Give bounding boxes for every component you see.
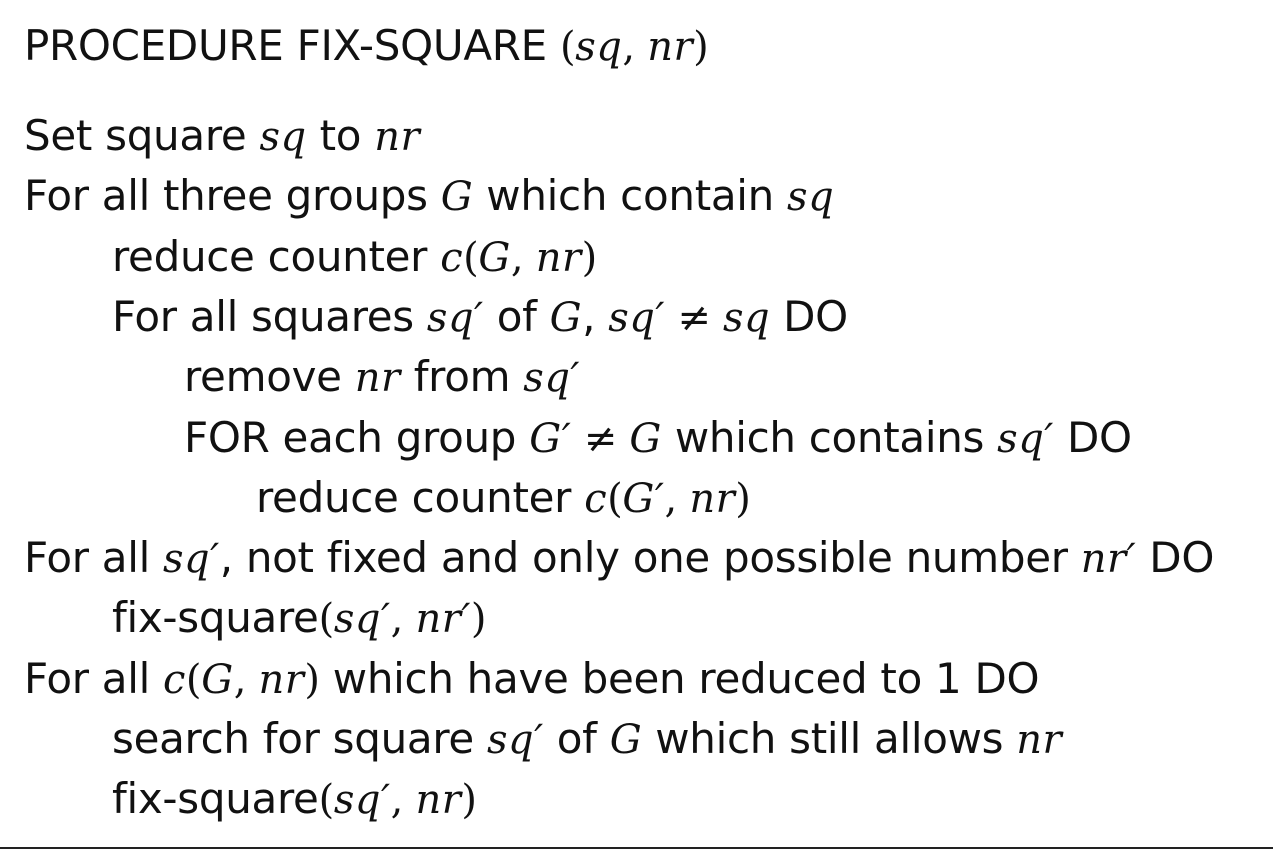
pseudocode-line: reduce counter c(G′, nr)	[256, 476, 751, 522]
line-text: For all three groups	[24, 171, 441, 220]
math-symbol: c	[440, 235, 464, 281]
math-symbol: G	[201, 657, 234, 703]
math-symbol: )	[735, 476, 751, 522]
line-text: to	[306, 111, 375, 160]
math-symbol: nr	[1016, 717, 1063, 763]
pseudocode-line: For all three groups G which contain sq	[24, 174, 835, 220]
math-symbol: sq′	[523, 355, 581, 401]
pseudocode-line: For all squares sq′ of G, sq′ ≠ sq DO	[112, 295, 848, 341]
line-text: reduce counter	[256, 473, 585, 522]
math-symbol: (	[318, 596, 335, 642]
pseudocode-line: FOR each group G′ ≠ G which contains sq′…	[184, 416, 1132, 462]
math-symbol: sq	[787, 174, 835, 220]
line-text: from	[400, 352, 524, 401]
pseudocode-line: For all sq′, not fixed and only one poss…	[24, 536, 1214, 582]
line-text: which have been reduced to 1 DO	[319, 654, 1040, 703]
math-symbol: G	[549, 295, 583, 341]
line-text: For all squares	[112, 292, 427, 341]
math-symbol: nr′	[415, 596, 471, 642]
math-symbol: nr	[689, 476, 736, 522]
line-text: of	[483, 292, 550, 341]
math-symbol: )	[461, 777, 477, 823]
line-text: DO	[1136, 533, 1215, 582]
line-text: remove	[184, 352, 355, 401]
line-text: For all	[24, 533, 164, 582]
math-symbol: sq′	[163, 536, 220, 582]
line-text: which still allows	[642, 714, 1017, 763]
line-text: For all	[24, 654, 164, 703]
line-text: ,	[582, 292, 609, 341]
math-symbol: (	[318, 777, 335, 823]
line-text: fix-square	[112, 774, 319, 823]
math-symbol: ,	[390, 777, 416, 823]
math-symbol: (	[463, 235, 479, 281]
math-symbol: G	[478, 235, 511, 281]
pseudocode-line: fix-square(sq′, nr′)	[112, 596, 487, 642]
line-text: DO	[770, 292, 848, 341]
math-symbol: ≠	[664, 295, 723, 341]
math-symbol: c	[163, 657, 186, 703]
math-symbol: nr	[258, 657, 305, 703]
math-symbol: sq′	[997, 416, 1054, 462]
math-symbol: ≠	[571, 416, 630, 462]
math-symbol: ,	[510, 235, 536, 281]
math-symbol: sq′	[333, 596, 391, 642]
math-symbol: (	[607, 476, 623, 522]
math-symbol: nr	[415, 777, 462, 823]
line-text: FOR each group	[184, 413, 530, 462]
line-text: DO	[1053, 413, 1132, 462]
math-symbol: sq	[259, 114, 307, 160]
math-symbol: G′	[622, 476, 665, 522]
line-text: of	[543, 714, 610, 763]
math-symbol: )	[470, 596, 487, 642]
title-paren-close: )	[693, 24, 709, 70]
pseudocode-line: reduce counter c(G, nr)	[112, 235, 598, 281]
math-symbol: ,	[233, 657, 259, 703]
math-symbol: nr	[374, 114, 421, 160]
title-arg-nr: nr	[647, 24, 694, 70]
pseudocode-line: Set square sq to nr	[24, 114, 421, 160]
math-symbol: G	[440, 174, 474, 220]
math-symbol: sq′	[333, 777, 391, 823]
bottom-rule	[0, 847, 1273, 849]
math-symbol: sq′	[487, 717, 544, 763]
math-symbol: ,	[664, 476, 690, 522]
pseudocode-line: search for square sq′ of G which still a…	[112, 717, 1063, 763]
slide: PROCEDURE FIX-SQUARE (sq, nr) Set square…	[0, 0, 1273, 851]
title-keyword: PROCEDURE FIX-SQUARE	[24, 21, 547, 70]
math-symbol: sq′	[608, 295, 665, 341]
line-text: reduce counter	[112, 232, 441, 281]
line-text: , not fixed and only one possible number	[219, 533, 1081, 582]
line-text: fix-square	[112, 593, 319, 642]
math-symbol: c	[584, 476, 608, 522]
pseudocode-line: remove nr from sq′	[184, 355, 581, 401]
math-symbol: G	[609, 717, 643, 763]
math-symbol: )	[304, 657, 320, 703]
pseudocode-line: For all c(G, nr) which have been reduced…	[24, 657, 1040, 703]
math-symbol: nr′	[1080, 536, 1137, 582]
line-text: search for square	[112, 714, 487, 763]
line-text: which contain	[473, 171, 788, 220]
math-symbol: )	[581, 235, 598, 281]
pseudocode-line: fix-square(sq′, nr)	[112, 777, 477, 823]
math-symbol: sq	[722, 295, 771, 341]
math-symbol: sq′	[426, 295, 484, 341]
math-symbol: nr	[535, 235, 582, 281]
title-arg-sep: ,	[622, 24, 648, 70]
math-symbol: (	[185, 657, 202, 703]
title-paren-open: (	[559, 24, 576, 70]
procedure-title: PROCEDURE FIX-SQUARE (sq, nr)	[24, 24, 709, 70]
math-symbol: G′	[529, 416, 572, 462]
math-symbol: nr	[354, 355, 401, 401]
line-text: which contains	[661, 413, 998, 462]
title-arg-sq: sq	[575, 24, 623, 70]
line-text: Set square	[24, 111, 260, 160]
math-symbol: ,	[390, 596, 416, 642]
math-symbol: G	[629, 416, 662, 462]
